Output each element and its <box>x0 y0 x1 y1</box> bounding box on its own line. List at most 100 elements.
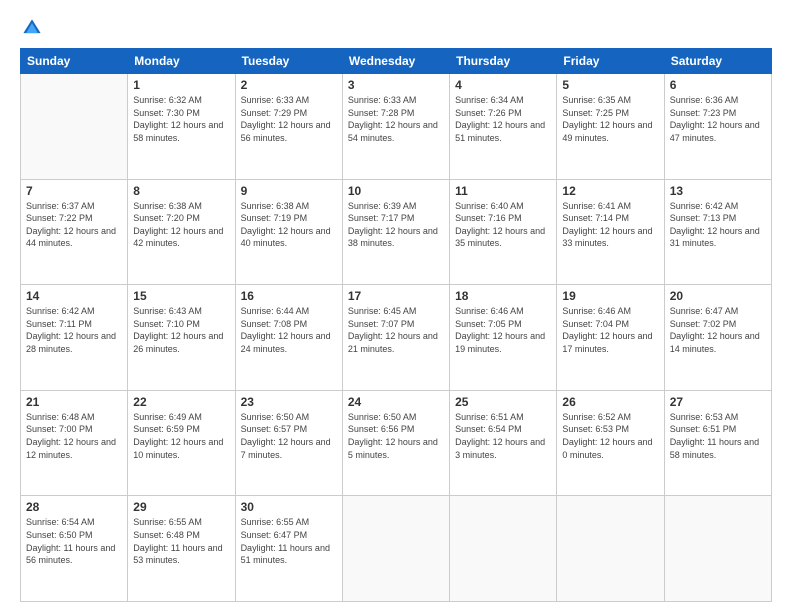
weekday-header-friday: Friday <box>557 49 664 74</box>
logo-icon <box>20 16 44 40</box>
calendar-cell: 29 Sunrise: 6:55 AM Sunset: 6:48 PM Dayli… <box>128 496 235 602</box>
day-number: 13 <box>670 184 766 198</box>
day-number: 25 <box>455 395 551 409</box>
calendar-cell <box>21 74 128 180</box>
calendar-cell: 15 Sunrise: 6:43 AM Sunset: 7:10 PM Dayli… <box>128 285 235 391</box>
calendar-cell: 16 Sunrise: 6:44 AM Sunset: 7:08 PM Dayli… <box>235 285 342 391</box>
weekday-header-tuesday: Tuesday <box>235 49 342 74</box>
day-number: 10 <box>348 184 444 198</box>
day-info: Sunrise: 6:55 AM Sunset: 6:47 PM Dayligh… <box>241 516 337 566</box>
day-info: Sunrise: 6:49 AM Sunset: 6:59 PM Dayligh… <box>133 411 229 461</box>
day-info: Sunrise: 6:47 AM Sunset: 7:02 PM Dayligh… <box>670 305 766 355</box>
day-number: 14 <box>26 289 122 303</box>
calendar-cell: 2 Sunrise: 6:33 AM Sunset: 7:29 PM Daylig… <box>235 74 342 180</box>
calendar-cell: 6 Sunrise: 6:36 AM Sunset: 7:23 PM Daylig… <box>664 74 771 180</box>
weekday-header-saturday: Saturday <box>664 49 771 74</box>
calendar-cell: 24 Sunrise: 6:50 AM Sunset: 6:56 PM Dayli… <box>342 390 449 496</box>
day-number: 5 <box>562 78 658 92</box>
calendar-cell: 11 Sunrise: 6:40 AM Sunset: 7:16 PM Dayli… <box>450 179 557 285</box>
day-info: Sunrise: 6:50 AM Sunset: 6:57 PM Dayligh… <box>241 411 337 461</box>
day-info: Sunrise: 6:39 AM Sunset: 7:17 PM Dayligh… <box>348 200 444 250</box>
day-number: 24 <box>348 395 444 409</box>
day-number: 6 <box>670 78 766 92</box>
day-info: Sunrise: 6:45 AM Sunset: 7:07 PM Dayligh… <box>348 305 444 355</box>
day-info: Sunrise: 6:44 AM Sunset: 7:08 PM Dayligh… <box>241 305 337 355</box>
day-number: 21 <box>26 395 122 409</box>
day-number: 22 <box>133 395 229 409</box>
day-info: Sunrise: 6:51 AM Sunset: 6:54 PM Dayligh… <box>455 411 551 461</box>
day-number: 19 <box>562 289 658 303</box>
day-number: 4 <box>455 78 551 92</box>
weekday-header-monday: Monday <box>128 49 235 74</box>
week-row-1: 1Sunrise: 6:32 AM Sunset: 7:30 PM Daylig… <box>21 74 772 180</box>
day-info: Sunrise: 6:35 AM Sunset: 7:25 PM Dayligh… <box>562 94 658 144</box>
calendar-cell: 26 Sunrise: 6:52 AM Sunset: 6:53 PM Dayli… <box>557 390 664 496</box>
day-info: Sunrise: 6:41 AM Sunset: 7:14 PM Dayligh… <box>562 200 658 250</box>
calendar-cell: 28Sunrise: 6:54 AM Sunset: 6:50 PM Dayli… <box>21 496 128 602</box>
day-number: 11 <box>455 184 551 198</box>
day-info: Sunrise: 6:37 AM Sunset: 7:22 PM Dayligh… <box>26 200 122 250</box>
calendar-cell: 14Sunrise: 6:42 AM Sunset: 7:11 PM Dayli… <box>21 285 128 391</box>
day-info: Sunrise: 6:48 AM Sunset: 7:00 PM Dayligh… <box>26 411 122 461</box>
calendar-cell: 5 Sunrise: 6:35 AM Sunset: 7:25 PM Daylig… <box>557 74 664 180</box>
calendar-cell: 27 Sunrise: 6:53 AM Sunset: 6:51 PM Dayli… <box>664 390 771 496</box>
day-info: Sunrise: 6:38 AM Sunset: 7:20 PM Dayligh… <box>133 200 229 250</box>
day-info: Sunrise: 6:40 AM Sunset: 7:16 PM Dayligh… <box>455 200 551 250</box>
day-info: Sunrise: 6:36 AM Sunset: 7:23 PM Dayligh… <box>670 94 766 144</box>
weekday-header-thursday: Thursday <box>450 49 557 74</box>
logo <box>20 16 48 40</box>
day-info: Sunrise: 6:32 AM Sunset: 7:30 PM Dayligh… <box>133 94 229 144</box>
day-info: Sunrise: 6:42 AM Sunset: 7:13 PM Dayligh… <box>670 200 766 250</box>
day-number: 2 <box>241 78 337 92</box>
day-info: Sunrise: 6:46 AM Sunset: 7:04 PM Dayligh… <box>562 305 658 355</box>
calendar-cell: 17 Sunrise: 6:45 AM Sunset: 7:07 PM Dayli… <box>342 285 449 391</box>
day-number: 18 <box>455 289 551 303</box>
calendar-cell: 3 Sunrise: 6:33 AM Sunset: 7:28 PM Daylig… <box>342 74 449 180</box>
calendar-cell: 21 Sunrise: 6:48 AM Sunset: 7:00 PM Dayli… <box>21 390 128 496</box>
week-row-3: 14Sunrise: 6:42 AM Sunset: 7:11 PM Dayli… <box>21 285 772 391</box>
day-number: 29 <box>133 500 229 514</box>
calendar-table: SundayMondayTuesdayWednesdayThursdayFrid… <box>20 48 772 602</box>
week-row-5: 28Sunrise: 6:54 AM Sunset: 6:50 PM Dayli… <box>21 496 772 602</box>
weekday-header-wednesday: Wednesday <box>342 49 449 74</box>
day-info: Sunrise: 6:53 AM Sunset: 6:51 PM Dayligh… <box>670 411 766 461</box>
calendar-cell <box>664 496 771 602</box>
calendar-cell: 13 Sunrise: 6:42 AM Sunset: 7:13 PM Dayli… <box>664 179 771 285</box>
day-info: Sunrise: 6:50 AM Sunset: 6:56 PM Dayligh… <box>348 411 444 461</box>
day-info: Sunrise: 6:33 AM Sunset: 7:29 PM Dayligh… <box>241 94 337 144</box>
day-number: 16 <box>241 289 337 303</box>
week-row-4: 21 Sunrise: 6:48 AM Sunset: 7:00 PM Dayli… <box>21 390 772 496</box>
day-info: Sunrise: 6:55 AM Sunset: 6:48 PM Dayligh… <box>133 516 229 566</box>
day-number: 20 <box>670 289 766 303</box>
day-info: Sunrise: 6:54 AM Sunset: 6:50 PM Dayligh… <box>26 516 122 566</box>
calendar-cell: 25 Sunrise: 6:51 AM Sunset: 6:54 PM Dayli… <box>450 390 557 496</box>
day-number: 3 <box>348 78 444 92</box>
day-number: 17 <box>348 289 444 303</box>
day-info: Sunrise: 6:34 AM Sunset: 7:26 PM Dayligh… <box>455 94 551 144</box>
calendar-cell: 10 Sunrise: 6:39 AM Sunset: 7:17 PM Dayli… <box>342 179 449 285</box>
weekday-header-sunday: Sunday <box>21 49 128 74</box>
day-info: Sunrise: 6:38 AM Sunset: 7:19 PM Dayligh… <box>241 200 337 250</box>
calendar-cell: 19 Sunrise: 6:46 AM Sunset: 7:04 PM Dayli… <box>557 285 664 391</box>
calendar-cell: 7 Sunrise: 6:37 AM Sunset: 7:22 PM Daylig… <box>21 179 128 285</box>
day-info: Sunrise: 6:52 AM Sunset: 6:53 PM Dayligh… <box>562 411 658 461</box>
calendar-cell <box>557 496 664 602</box>
day-number: 26 <box>562 395 658 409</box>
day-number: 15 <box>133 289 229 303</box>
calendar-cell: 9Sunrise: 6:38 AM Sunset: 7:19 PM Daylig… <box>235 179 342 285</box>
day-number: 23 <box>241 395 337 409</box>
calendar-cell: 8 Sunrise: 6:38 AM Sunset: 7:20 PM Daylig… <box>128 179 235 285</box>
page: SundayMondayTuesdayWednesdayThursdayFrid… <box>0 0 792 612</box>
week-row-2: 7 Sunrise: 6:37 AM Sunset: 7:22 PM Daylig… <box>21 179 772 285</box>
day-number: 12 <box>562 184 658 198</box>
day-number: 27 <box>670 395 766 409</box>
calendar-cell: 23 Sunrise: 6:50 AM Sunset: 6:57 PM Dayli… <box>235 390 342 496</box>
calendar-cell: 20 Sunrise: 6:47 AM Sunset: 7:02 PM Dayli… <box>664 285 771 391</box>
day-info: Sunrise: 6:43 AM Sunset: 7:10 PM Dayligh… <box>133 305 229 355</box>
calendar-cell: 4 Sunrise: 6:34 AM Sunset: 7:26 PM Daylig… <box>450 74 557 180</box>
calendar-cell: 1Sunrise: 6:32 AM Sunset: 7:30 PM Daylig… <box>128 74 235 180</box>
day-number: 7 <box>26 184 122 198</box>
header <box>20 16 772 40</box>
day-number: 8 <box>133 184 229 198</box>
day-info: Sunrise: 6:33 AM Sunset: 7:28 PM Dayligh… <box>348 94 444 144</box>
